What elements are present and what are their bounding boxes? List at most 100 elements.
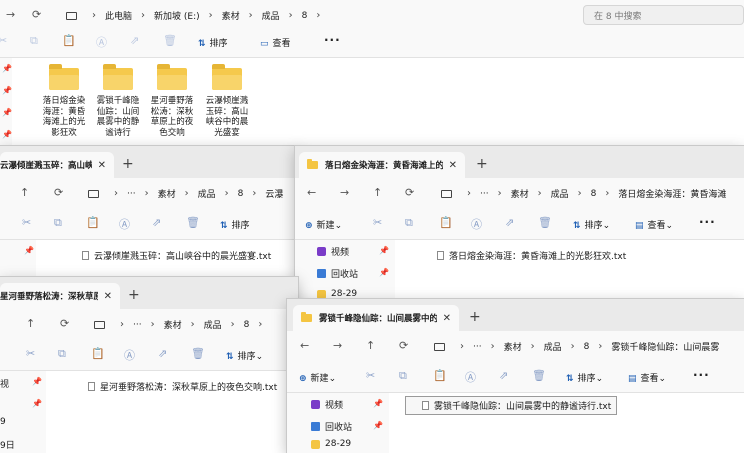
- paste-icon[interactable]: 📋: [62, 34, 76, 47]
- view-button[interactable]: ▤ 查看⌄: [628, 371, 666, 384]
- paste-icon[interactable]: 📋: [91, 347, 105, 360]
- sort-button[interactable]: ⇅ 排序: [198, 36, 228, 49]
- file-item[interactable]: 落日熔金染海涯：黄昏海滩上的光影狂欢.txt: [437, 249, 626, 262]
- delete-icon[interactable]: 🗑: [186, 216, 200, 229]
- delete-icon[interactable]: 🗑: [191, 347, 205, 360]
- breadcrumb-item[interactable]: 素材: [511, 187, 529, 200]
- refresh-button[interactable]: ⟳: [54, 186, 63, 199]
- close-icon[interactable]: ✕: [443, 313, 451, 324]
- breadcrumb-item[interactable]: 云瀑: [265, 187, 283, 200]
- tab-window-b[interactable]: 落日熔金染海涯：黄昏海滩上的 ✕: [299, 152, 465, 178]
- new-tab-button[interactable]: +: [476, 156, 488, 172]
- delete-icon[interactable]: 🗑: [163, 34, 177, 47]
- breadcrumb-item[interactable]: 落日熔金染海涯：黄昏海滩: [618, 187, 726, 200]
- cut-icon[interactable]: ✂: [366, 369, 375, 382]
- forward-button[interactable]: →: [6, 8, 15, 21]
- nav-item-recycle-bin[interactable]: 回收站: [311, 420, 352, 433]
- refresh-button[interactable]: ⟳: [399, 339, 408, 352]
- breadcrumb-item[interactable]: 素材: [158, 187, 176, 200]
- nav-item[interactable]: 9: [0, 417, 6, 427]
- paste-icon[interactable]: 📋: [433, 369, 447, 382]
- close-icon[interactable]: ✕: [98, 160, 106, 171]
- breadcrumb-item[interactable]: 8: [584, 342, 590, 352]
- rename-icon[interactable]: Ⓐ: [96, 34, 107, 50]
- share-icon[interactable]: ⇗: [152, 216, 161, 229]
- copy-icon[interactable]: ⧉: [405, 216, 413, 230]
- breadcrumb-item[interactable]: 成品: [551, 187, 569, 200]
- back-button[interactable]: ←: [300, 339, 309, 352]
- nav-item-recycle-bin[interactable]: 回收站: [317, 267, 358, 280]
- breadcrumb-item[interactable]: 成品: [262, 9, 280, 22]
- refresh-button[interactable]: ⟳: [32, 8, 41, 21]
- ellipsis-button[interactable]: ···: [473, 342, 482, 352]
- refresh-button[interactable]: ⟳: [60, 317, 69, 330]
- breadcrumb-item[interactable]: 素材: [164, 318, 182, 331]
- sort-button[interactable]: ⇅ 排序: [220, 218, 250, 231]
- file-item-selected[interactable]: 雾锁千峰隐仙踪：山间晨雾中的静谧诗行.txt: [405, 396, 618, 415]
- more-options-button[interactable]: ···: [693, 368, 710, 382]
- new-tab-button[interactable]: +: [122, 156, 134, 172]
- share-icon[interactable]: ⇗: [158, 347, 167, 360]
- sort-button[interactable]: ⇅ 排序⌄: [566, 371, 603, 384]
- breadcrumb-item[interactable]: 新加坡 (E:): [154, 9, 200, 22]
- sort-button[interactable]: ⇅ 排序⌄: [226, 349, 263, 362]
- breadcrumb-item[interactable]: 此电脑: [105, 9, 132, 22]
- tab-window-d[interactable]: 雾锁千峰隐仙踪：山间晨雾中的 ✕: [293, 305, 459, 331]
- refresh-button[interactable]: ⟳: [405, 186, 414, 199]
- ellipsis-button[interactable]: ···: [480, 189, 489, 199]
- copy-icon[interactable]: ⧉: [54, 216, 62, 230]
- up-button[interactable]: ↑: [366, 339, 375, 352]
- file-item[interactable]: 星河垂野落松涛：深秋草原上的夜色交响.txt: [88, 380, 277, 393]
- more-options-button[interactable]: ···: [699, 215, 716, 229]
- back-button[interactable]: ←: [307, 186, 316, 199]
- cut-icon[interactable]: ✂: [22, 216, 31, 229]
- rename-icon[interactable]: Ⓐ: [471, 216, 482, 232]
- folder-item[interactable]: 云瀑倾崖溅玉碎：高山峡谷中的晨光盛宴: [202, 64, 252, 138]
- close-icon[interactable]: ✕: [449, 160, 457, 171]
- share-icon[interactable]: ⇗: [505, 216, 514, 229]
- forward-button[interactable]: →: [340, 186, 349, 199]
- new-tab-button[interactable]: +: [128, 287, 140, 303]
- new-button[interactable]: ⊕ 新建⌄: [305, 218, 342, 231]
- more-options-button[interactable]: ···: [324, 33, 341, 47]
- nav-item[interactable]: 9日: [0, 438, 15, 451]
- breadcrumb-item[interactable]: 8: [302, 11, 308, 21]
- copy-icon[interactable]: ⧉: [30, 34, 38, 48]
- share-icon[interactable]: ⇗: [130, 34, 139, 47]
- file-item[interactable]: 云瀑倾崖溅玉碎：高山峡谷中的晨光盛宴.txt: [82, 249, 271, 262]
- breadcrumb-item[interactable]: 素材: [504, 340, 522, 353]
- view-button[interactable]: ▭ 查看: [260, 36, 291, 49]
- rename-icon[interactable]: Ⓐ: [124, 347, 135, 363]
- share-icon[interactable]: ⇗: [499, 369, 508, 382]
- up-button[interactable]: ↑: [373, 186, 382, 199]
- delete-icon[interactable]: 🗑: [532, 369, 546, 382]
- new-button[interactable]: ⊕ 新建⌄: [299, 371, 336, 384]
- breadcrumb-item[interactable]: 8: [244, 320, 250, 330]
- paste-icon[interactable]: 📋: [439, 216, 453, 229]
- ellipsis-button[interactable]: ···: [133, 320, 142, 330]
- breadcrumb-item[interactable]: 8: [238, 189, 244, 199]
- folder-item[interactable]: 星河垂野落松涛：深秋草原上的夜色交响: [147, 64, 197, 138]
- breadcrumb-item[interactable]: 成品: [204, 318, 222, 331]
- search-input[interactable]: 在 8 中搜索: [583, 5, 744, 25]
- nav-item-folder[interactable]: 28-29: [317, 289, 357, 299]
- rename-icon[interactable]: Ⓐ: [119, 216, 130, 232]
- up-button[interactable]: ↑: [26, 317, 35, 330]
- new-tab-button[interactable]: +: [469, 309, 481, 325]
- sort-button[interactable]: ⇅ 排序⌄: [573, 218, 610, 231]
- ellipsis-button[interactable]: ···: [127, 189, 136, 199]
- folder-item[interactable]: 雾锁千峰隐仙踪：山间晨雾中的静谧诗行: [93, 64, 143, 138]
- cut-icon[interactable]: ✂: [26, 347, 35, 360]
- copy-icon[interactable]: ⧉: [399, 369, 407, 383]
- nav-item-folder[interactable]: 28-29: [311, 439, 351, 449]
- cut-icon[interactable]: ✂: [373, 216, 382, 229]
- folder-item[interactable]: 落日熔金染海涯：黄昏海滩上的光影狂欢: [39, 64, 89, 138]
- nav-item-videos[interactable]: 视频: [311, 398, 343, 411]
- tab-window-a[interactable]: 云瀑倾崖溅玉碎：高山峡谷中的 ✕: [0, 152, 114, 178]
- paste-icon[interactable]: 📋: [86, 216, 100, 229]
- close-icon[interactable]: ✕: [104, 291, 112, 302]
- nav-item-videos[interactable]: 视频: [317, 245, 349, 258]
- delete-icon[interactable]: 🗑: [538, 216, 552, 229]
- breadcrumb-item[interactable]: 素材: [222, 9, 240, 22]
- forward-button[interactable]: →: [333, 339, 342, 352]
